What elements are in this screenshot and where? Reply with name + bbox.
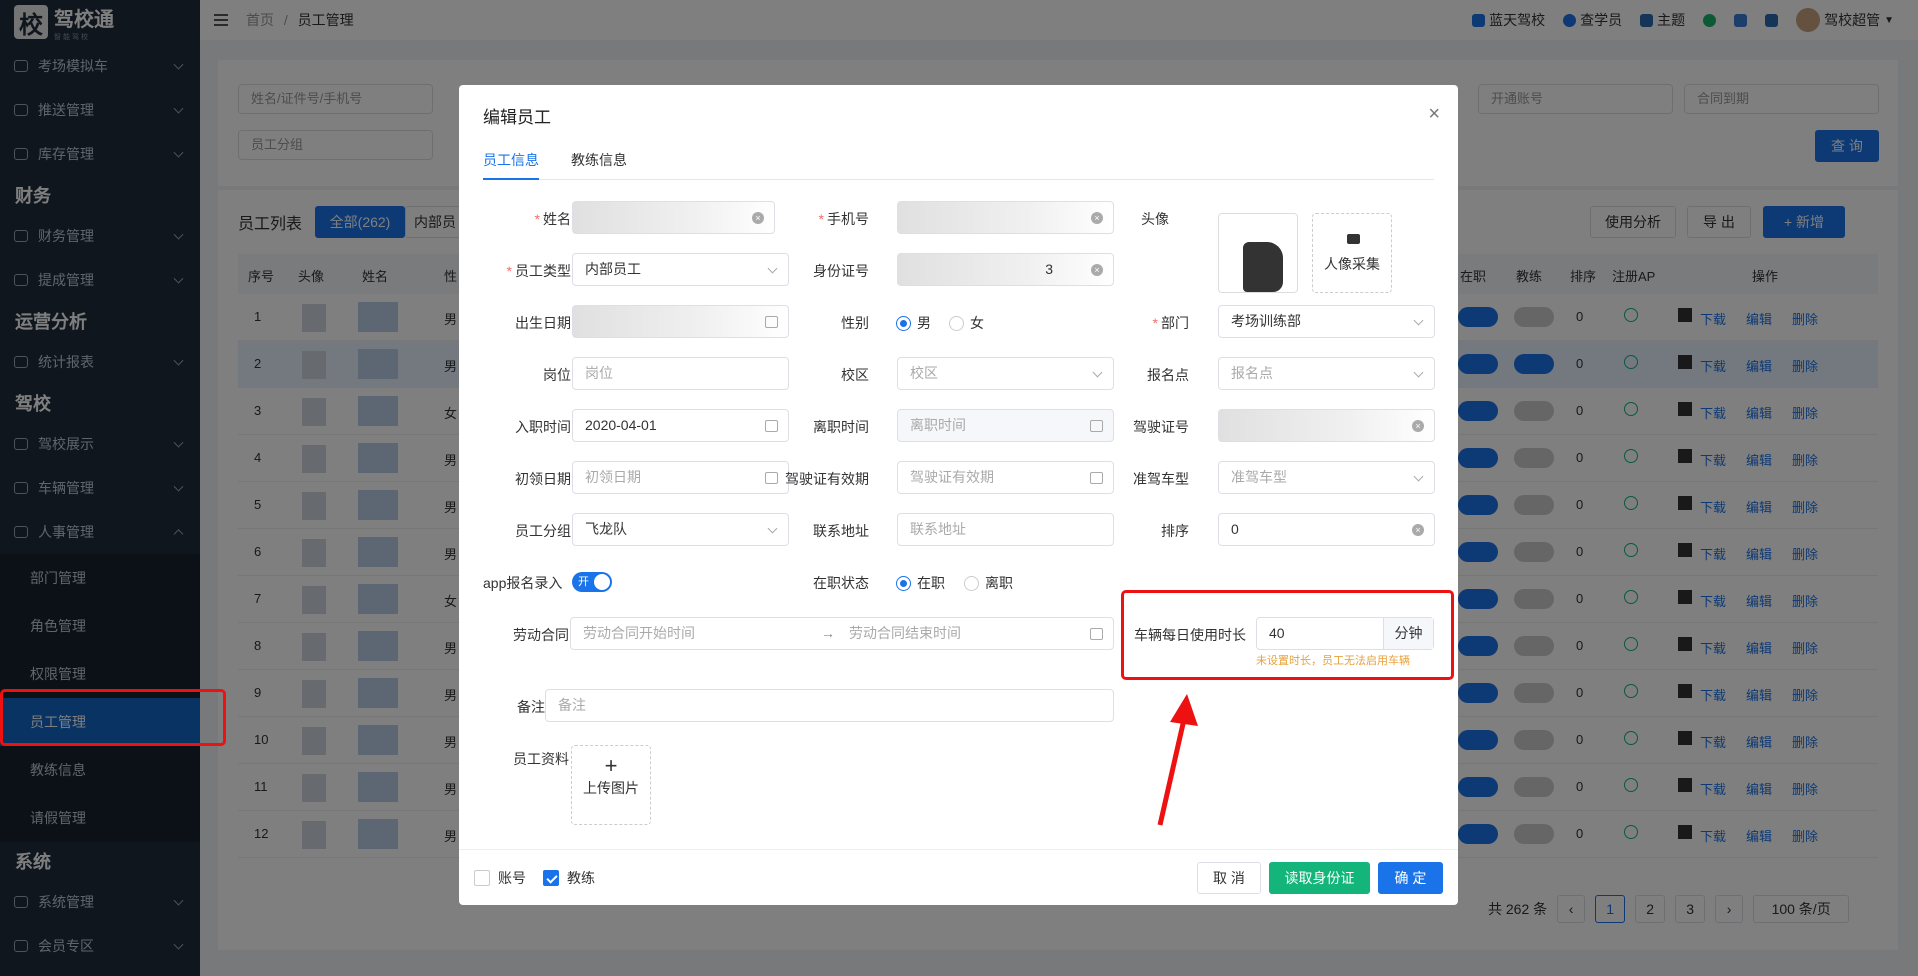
license-input[interactable]: ×: [1218, 409, 1435, 442]
highlight-sidebar-annotation: [0, 689, 226, 746]
chevron-down-icon: [1413, 471, 1424, 482]
label-docs: 员工资料: [513, 751, 569, 767]
checkbox-unchecked: [474, 870, 490, 886]
clear-icon[interactable]: ×: [1412, 524, 1424, 536]
tab-coach-info[interactable]: 教练信息: [571, 150, 627, 170]
group-select[interactable]: 飞龙队: [572, 513, 789, 546]
clear-icon[interactable]: ×: [1412, 420, 1424, 432]
edit-staff-dialog: 编辑员工 × 员工信息 教练信息 * 姓名 × * 手机号 × 头像 人像采集 * 员…: [459, 85, 1458, 905]
post-input[interactable]: 岗位: [572, 357, 789, 390]
idcard-input[interactable]: 3 ×: [897, 253, 1114, 286]
chevron-down-icon: [1413, 315, 1424, 326]
label-join: 入职时间: [515, 419, 571, 435]
checkbox-checked: [543, 870, 559, 886]
name-input[interactable]: ×: [572, 201, 775, 234]
label-post: 岗位: [543, 367, 571, 383]
label-campus: 校区: [841, 367, 869, 383]
clear-icon[interactable]: ×: [1091, 264, 1103, 276]
radio-selected: [896, 315, 911, 331]
contract-range-input[interactable]: 劳动合同开始时间 → 劳动合同结束时间: [570, 617, 1114, 650]
dialog-tabs: 员工信息 教练信息: [483, 140, 1434, 180]
contract-start: 劳动合同开始时间: [583, 625, 695, 641]
label-type: * 员工类型: [506, 263, 571, 279]
account-checkbox[interactable]: 账号: [474, 868, 526, 888]
radio-unselected: [949, 315, 964, 331]
range-arrow: →: [821, 625, 835, 641]
label-leave: 离职时间: [813, 419, 869, 435]
type-select[interactable]: 内部员工: [572, 253, 789, 286]
upload-label: 上传图片: [583, 780, 639, 796]
contract-end: 劳动合同结束时间: [849, 625, 961, 641]
upload-image-button[interactable]: + 上传图片: [571, 745, 651, 825]
capture-portrait-button[interactable]: 人像采集: [1312, 213, 1392, 293]
label-phone: * 手机号: [818, 211, 869, 227]
dialog-footer: 账号 教练 取 消 读取身份证 确 定: [459, 849, 1458, 905]
label-signup: 报名点: [1147, 367, 1189, 383]
highlight-daily-use-annotation: [1121, 590, 1454, 680]
plus-icon: +: [604, 753, 618, 778]
status-active-radio[interactable]: 在职: [896, 573, 945, 593]
firstget-date-input[interactable]: 初领日期: [572, 461, 789, 494]
dialog-title: 编辑员工: [483, 108, 551, 127]
capture-label: 人像采集: [1324, 256, 1380, 272]
label-name: * 姓名: [534, 211, 571, 227]
label-sort: 排序: [1161, 523, 1189, 539]
sort-input[interactable]: 0 ×: [1218, 513, 1435, 546]
signup-select[interactable]: 报名点: [1218, 357, 1435, 390]
tab-indicator: [483, 178, 539, 180]
label-avatar: 头像: [1141, 211, 1169, 227]
chevron-down-icon: [1413, 367, 1424, 378]
label-remark: 备注: [517, 699, 545, 715]
close-icon[interactable]: ×: [1428, 103, 1440, 126]
label-address: 联系地址: [813, 523, 869, 539]
label-car-type: 准驾车型: [1133, 471, 1189, 487]
label-birth: 出生日期: [515, 315, 571, 331]
avatar-image: [1243, 242, 1283, 292]
label-license-valid: 驾驶证有效期: [785, 471, 869, 487]
label-contract: 劳动合同: [513, 627, 569, 643]
cancel-button[interactable]: 取 消: [1197, 862, 1261, 894]
label-idcard: 身份证号: [813, 263, 869, 279]
label-status: 在职状态: [813, 575, 869, 591]
label-dept: * 部门: [1152, 315, 1189, 331]
sex-female-radio[interactable]: 女: [949, 313, 984, 333]
coach-checkbox[interactable]: 教练: [543, 868, 595, 888]
label-app-signup: app报名录入: [483, 575, 563, 591]
camera-icon: [1347, 234, 1360, 244]
sex-male-radio[interactable]: 男: [896, 313, 931, 333]
avatar-preview[interactable]: [1218, 213, 1298, 293]
label-firstget: 初领日期: [515, 471, 571, 487]
car-type-select[interactable]: 准驾车型: [1218, 461, 1435, 494]
calendar-icon: [1090, 628, 1103, 640]
join-date-input[interactable]: 2020-04-01: [572, 409, 789, 442]
dept-select[interactable]: 考场训练部: [1218, 305, 1435, 338]
ok-button[interactable]: 确 定: [1378, 862, 1443, 894]
birth-date-input[interactable]: [572, 305, 789, 338]
tab-staff-info[interactable]: 员工信息: [483, 150, 539, 170]
remark-input[interactable]: 备注: [545, 689, 1114, 722]
status-left-radio[interactable]: 离职: [964, 573, 1013, 593]
radio-unselected: [964, 575, 979, 591]
label-sex: 性别: [841, 315, 869, 331]
label-license: 驾驶证号: [1133, 419, 1189, 435]
app-signup-switch[interactable]: 开: [572, 572, 612, 592]
label-group: 员工分组: [515, 523, 571, 539]
read-id-card-button[interactable]: 读取身份证: [1269, 862, 1370, 894]
radio-selected: [896, 575, 911, 591]
